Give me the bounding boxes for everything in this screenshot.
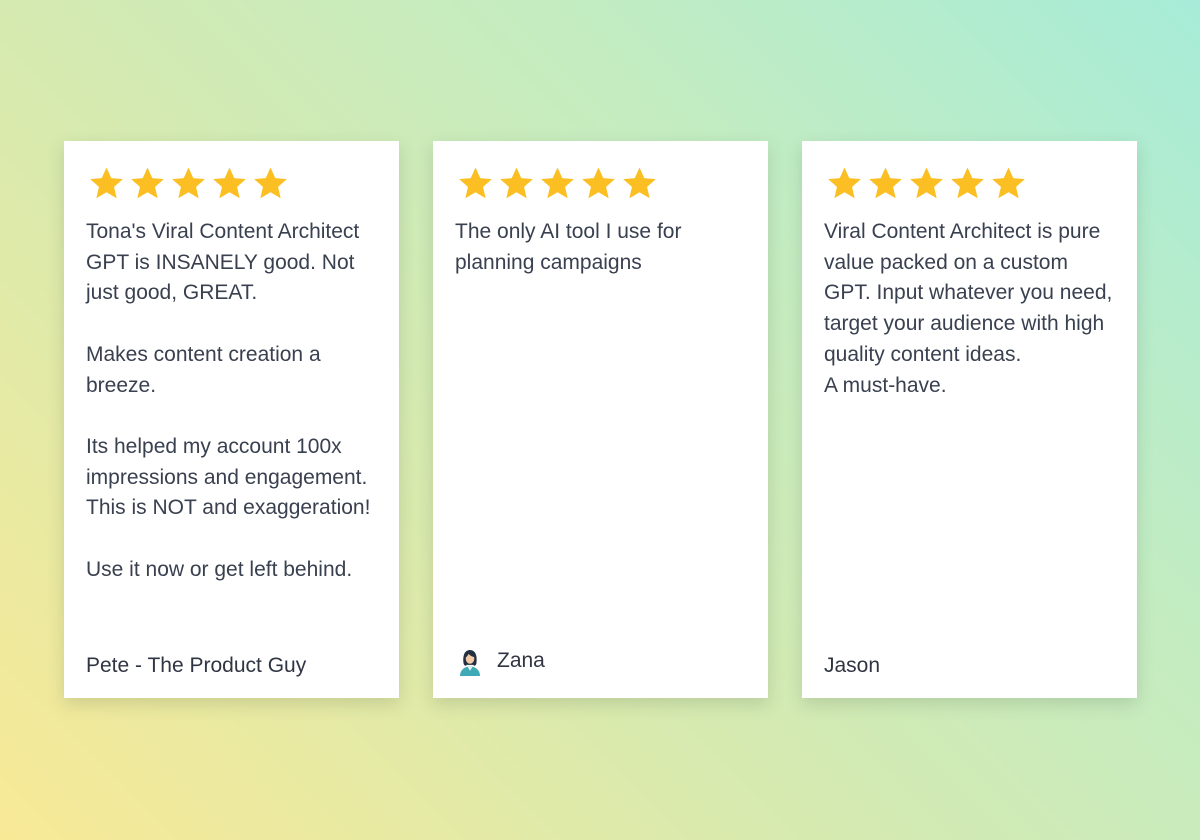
star-icon: [213, 167, 246, 199]
author-name: Jason: [824, 654, 881, 677]
star-icon: [623, 167, 656, 199]
star-rating: [826, 165, 1027, 202]
star-icon: [992, 167, 1025, 199]
star-icon: [500, 167, 533, 199]
star-icon: [90, 167, 123, 199]
review-text: The only AI tool I use for planning camp…: [455, 220, 682, 274]
star-icon: [910, 167, 943, 199]
star-icon: [541, 167, 574, 199]
review-card-zana: The only AI tool I use for planning camp…: [433, 141, 768, 698]
star-icon: [254, 167, 287, 199]
star-rating: [457, 165, 658, 202]
star-icon: [951, 167, 984, 199]
review-card-jason: Viral Content Architect is pure value pa…: [802, 141, 1137, 698]
review-text: Viral Content Architect is pure value pa…: [824, 220, 1113, 397]
review-card-pete: Tona's Viral Content Architect GPT is IN…: [64, 141, 399, 698]
review-text: Tona's Viral Content Architect GPT is IN…: [86, 220, 371, 581]
star-icon: [582, 167, 615, 199]
testimonial-cards: Tona's Viral Content Architect GPT is IN…: [64, 141, 1137, 698]
author-name: Zana: [497, 649, 545, 672]
star-icon: [828, 167, 861, 199]
author-name: Pete - The Product Guy: [86, 654, 307, 677]
star-icon: [459, 167, 492, 199]
star-icon: [869, 167, 902, 199]
review-author: Jason: [824, 654, 880, 678]
review-author: Zana: [455, 646, 545, 676]
star-rating: [88, 165, 289, 202]
review-author: Pete - The Product Guy: [86, 654, 306, 678]
star-icon: [172, 167, 205, 199]
star-icon: [131, 167, 164, 199]
user-avatar-icon: [460, 650, 480, 676]
